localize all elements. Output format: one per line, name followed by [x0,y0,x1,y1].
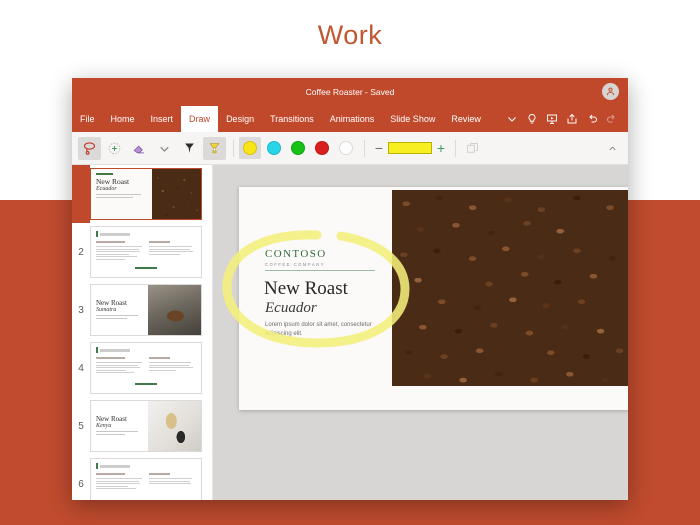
thumb-subhead: Ecuador [96,185,117,192]
color-swatch-cyan[interactable] [263,137,285,159]
thumbnail-slide-5[interactable]: 5 New Roast Kenya [72,397,212,455]
thumbnail-card[interactable] [90,226,202,278]
pen-tool[interactable] [178,137,201,160]
thumb-subhead: Sumatra [96,306,117,313]
slide-photo-coffee-beans[interactable] [392,190,628,386]
tab-animations[interactable]: Animations [322,106,383,132]
tab-slide-show[interactable]: Slide Show [382,106,443,132]
page-title: Work [317,20,383,50]
highlighter-tool[interactable] [203,136,226,160]
present-icon[interactable] [542,106,562,132]
chevron-up-icon[interactable] [602,137,622,159]
thumbnail-slide-2[interactable]: 2 [72,223,212,281]
ink-to-shape-icon[interactable] [461,137,484,160]
thumbnail-card[interactable]: New Roast Ecuador [90,168,202,220]
active-slide-marker [72,165,90,223]
add-pen-tool[interactable] [103,137,126,160]
thumb-photo-coffee-beans [151,169,201,219]
thumbnail-slide-3[interactable]: 3 New Roast Sumatra [72,281,212,339]
thickness-increase-button[interactable]: + [432,137,450,159]
thumbnail-number: 2 [78,246,84,258]
tab-home[interactable]: Home [103,106,143,132]
toolbar-divider-3 [455,139,456,157]
tab-file[interactable]: File [72,106,103,132]
thumbnail-card[interactable] [90,342,202,394]
work-area: 1 New Roast Ecuador [72,165,628,500]
thickness-decrease-button[interactable]: − [370,137,388,159]
lightbulb-tellme-icon[interactable] [522,106,542,132]
slide-subhead[interactable]: Ecuador [265,300,317,317]
color-swatch-yellow[interactable] [239,137,261,159]
slide-logo: CONTOSO COFFEE COMPANY [265,249,327,267]
toolbar-divider [233,139,234,157]
thumbnail-card[interactable] [90,458,202,500]
thumbnail-card[interactable]: New Roast Kenya [90,400,202,452]
thumb-photo-barista [148,401,201,451]
slide-headline[interactable]: New Roast [264,279,348,299]
thumb-headline: New Roast [96,177,130,186]
color-swatch-green[interactable] [287,137,309,159]
powerpoint-window: Coffee Roaster - Saved File Home Insert … [72,78,628,500]
eraser-tool[interactable] [128,137,151,160]
redo-icon[interactable] [602,106,622,132]
slide-thumbnail-panel[interactable]: 1 New Roast Ecuador [72,165,213,500]
color-swatch-more[interactable] [335,137,357,159]
thumbnail-number: 6 [78,478,84,490]
thumbnail-slide-1[interactable]: 1 New Roast Ecuador [72,165,212,223]
tab-review[interactable]: Review [443,106,489,132]
thumbnail-number: 4 [78,362,84,374]
thumb-headline: New Roast [96,414,127,423]
account-avatar[interactable] [602,83,619,100]
slide-stage[interactable]: CONTOSO COFFEE COMPANY New Roast Ecuador… [213,165,628,500]
thumb-headline: New Roast [96,298,127,307]
current-slide[interactable]: CONTOSO COFFEE COMPANY New Roast Ecuador… [222,187,628,410]
chevron-down-icon[interactable] [502,106,522,132]
draw-toolbar: − + [72,132,628,165]
thickness-preview [388,142,432,154]
thumbnail-card[interactable]: New Roast Sumatra [90,284,202,336]
thumb-photo-hands-beans [148,285,201,335]
tab-design[interactable]: Design [218,106,262,132]
logo-sub-text: COFFEE COMPANY [265,261,326,267]
color-swatch-red[interactable] [311,137,333,159]
title-bar: Coffee Roaster - Saved [72,78,628,106]
thumbnail-number: 3 [78,304,84,316]
slide-divider-rule [265,270,375,271]
slide-body-text[interactable]: Lorem ipsum dolor sit amet, consectetur … [265,321,377,338]
logo-brand-text: CONTOSO [265,248,327,260]
eraser-chevron-down-icon[interactable] [153,137,176,160]
share-icon[interactable] [562,106,582,132]
ribbon-tabs: File Home Insert Draw Design Transitions… [72,106,628,132]
ribbon-right-icons [502,106,628,132]
undo-icon[interactable] [582,106,602,132]
thumbnail-number: 5 [78,420,84,432]
thumb-subhead: Kenya [96,422,112,429]
lasso-select-tool[interactable] [78,136,101,160]
tab-transitions[interactable]: Transitions [262,106,322,132]
thumbnail-slide-4[interactable]: 4 [72,339,212,397]
tab-insert[interactable]: Insert [143,106,182,132]
thumbnail-slide-6[interactable]: 6 [72,455,212,500]
toolbar-divider-2 [364,139,365,157]
tab-draw[interactable]: Draw [181,106,219,132]
document-title: Coffee Roaster - Saved [305,87,395,97]
